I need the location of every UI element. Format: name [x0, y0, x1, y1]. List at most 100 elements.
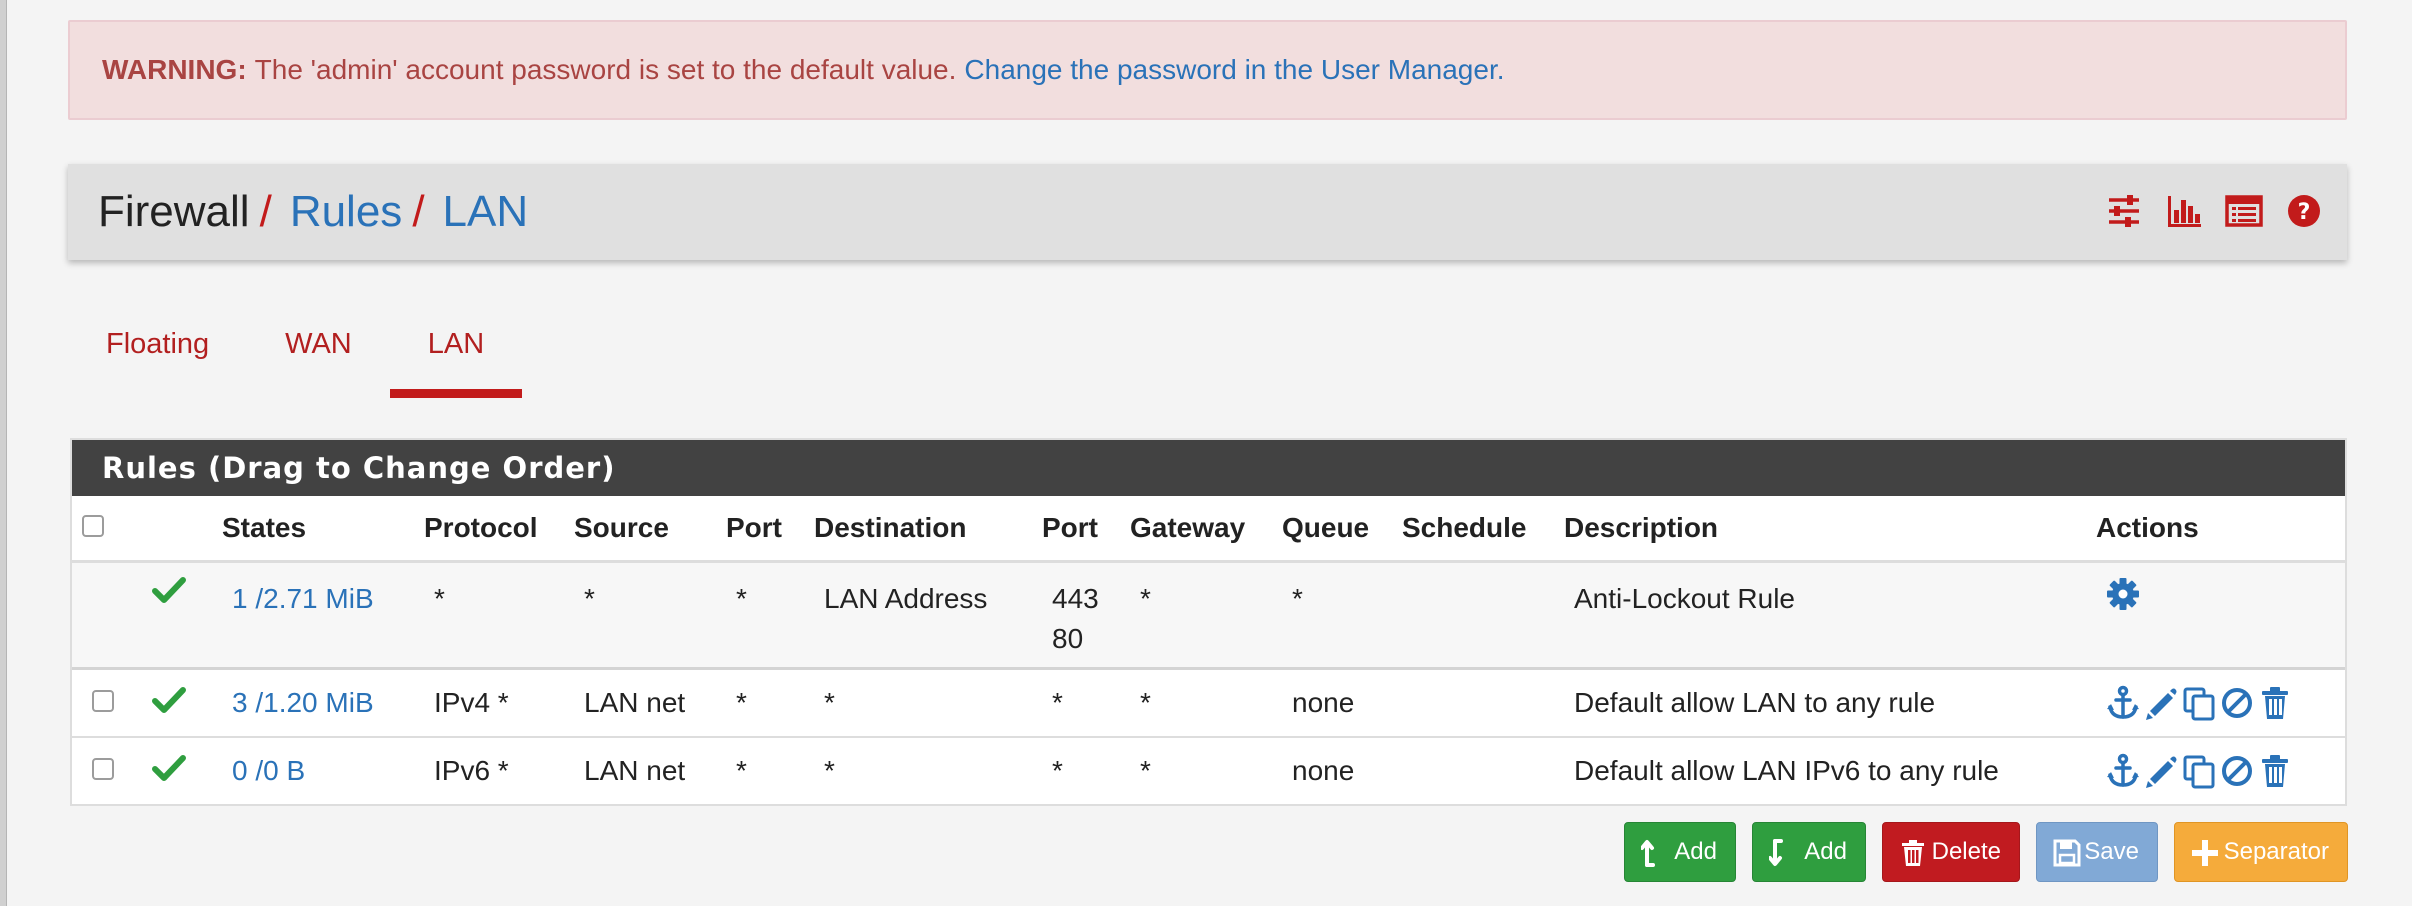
rules-panel: Rules (Drag to Change Order) States Prot…	[70, 438, 2347, 806]
breadcrumb-rules[interactable]: Rules	[290, 187, 403, 237]
schedule-cell	[1402, 737, 1564, 804]
copy-icon[interactable]	[2182, 685, 2216, 721]
arrow-up-icon	[1641, 840, 1655, 867]
queue-cell: none	[1282, 668, 1402, 738]
dest-port-value: 80	[1052, 623, 1084, 654]
warning-alert: WARNING: The 'admin' account password is…	[68, 20, 2347, 120]
rule-enabled-cell	[152, 668, 222, 738]
table-header-row: States Protocol Source Port Destination …	[72, 496, 2345, 563]
breadcrumb-firewall: Firewall	[98, 187, 250, 236]
ban-icon[interactable]	[2220, 685, 2254, 721]
description-cell: Default allow LAN IPv6 to any rule	[1574, 755, 1999, 786]
rule-enabled-cell	[152, 737, 222, 804]
save-button[interactable]: Save	[2036, 822, 2158, 882]
breadcrumb-lan[interactable]: LAN	[443, 187, 529, 237]
header-queue: Queue	[1282, 496, 1402, 563]
delete-button[interactable]: Delete	[1882, 822, 2020, 882]
check-icon	[152, 754, 186, 781]
bar-chart-icon[interactable]	[2165, 192, 2203, 230]
copy-icon[interactable]	[2182, 753, 2216, 789]
description-cell: Anti-Lockout Rule	[1564, 561, 2096, 670]
save-label: Save	[2084, 838, 2139, 865]
select-all-cell	[72, 496, 152, 563]
ban-icon[interactable]	[2220, 753, 2254, 789]
row-checkbox[interactable]	[92, 690, 114, 712]
source-cell: *	[574, 561, 726, 670]
table-row[interactable]: 1 /2.71 MiB * * * LAN Address 443 80 * *…	[72, 561, 2345, 670]
protocol-cell: *	[424, 561, 574, 670]
plus-icon	[2192, 840, 2218, 866]
header-protocol: Protocol	[424, 496, 574, 563]
row-select-cell	[72, 737, 152, 804]
list-icon[interactable]	[2225, 192, 2263, 230]
destination-cell: *	[814, 668, 1042, 738]
header-states: States	[222, 496, 424, 563]
dest-port-cell: *	[1042, 668, 1130, 738]
schedule-cell	[1402, 561, 1564, 670]
rule-enabled-cell	[152, 561, 222, 670]
row-checkbox[interactable]	[92, 758, 114, 780]
row-select-cell	[72, 668, 152, 738]
tab-floating[interactable]: Floating	[68, 300, 247, 398]
protocol-cell: IPv4 *	[424, 668, 574, 738]
header-source-port: Port	[726, 496, 814, 563]
select-all-checkbox[interactable]	[82, 515, 104, 537]
separator-label: Separator	[2223, 838, 2329, 865]
alert-message: The 'admin' account password is set to t…	[254, 54, 957, 85]
header-schedule: Schedule	[1402, 496, 1564, 563]
add-rule-top-button[interactable]: Add	[1624, 822, 1736, 882]
trash-icon[interactable]	[2258, 685, 2292, 721]
states-cell: 3 /1.20 MiB	[222, 668, 424, 738]
table-row[interactable]: 3 /1.20 MiB IPv4 * LAN net * * * * none …	[72, 668, 2345, 738]
header-destination: Destination	[814, 496, 1042, 563]
tab-wan[interactable]: WAN	[247, 300, 390, 398]
source-port-cell: *	[736, 755, 747, 786]
dest-port-value: 443	[1052, 583, 1099, 614]
protocol-cell: IPv6 *	[434, 755, 509, 786]
change-password-link[interactable]: Change the password in the User Manager.	[964, 54, 1504, 86]
source-port-cell: *	[726, 668, 814, 738]
breadcrumb: Firewall / Rules / LAN ?	[68, 164, 2347, 260]
add-separator-button[interactable]: Separator	[2174, 822, 2348, 882]
trash-icon[interactable]	[2258, 753, 2292, 789]
actions-cell	[2096, 561, 2345, 670]
dest-port-cell: 443 80	[1042, 561, 1130, 670]
panel-title: Rules (Drag to Change Order)	[72, 440, 2345, 496]
gear-icon[interactable]	[2106, 577, 2140, 611]
destination-cell: LAN Address	[814, 561, 1042, 670]
gateway-cell: *	[1130, 561, 1282, 670]
sliders-icon[interactable]	[2105, 192, 2143, 230]
rules-table: States Protocol Source Port Destination …	[72, 496, 2345, 804]
header-source: Source	[574, 496, 726, 563]
add-rule-bottom-button[interactable]: Add	[1752, 822, 1866, 882]
gateway-cell: *	[1130, 668, 1282, 738]
interface-tabs: Floating WAN LAN	[68, 300, 523, 398]
arrow-down-icon	[1769, 839, 1783, 866]
states-cell: 1 /2.71 MiB	[222, 561, 424, 670]
alert-label: WARNING:	[102, 54, 247, 85]
floppy-disk-icon	[2053, 839, 2081, 867]
pencil-icon[interactable]	[2144, 753, 2178, 789]
dest-port-cell: *	[1052, 755, 1063, 786]
breadcrumb-separator: /	[412, 187, 425, 236]
description-cell: Default allow LAN to any rule	[1564, 668, 2096, 738]
tab-lan[interactable]: LAN	[389, 300, 523, 398]
queue-cell: *	[1282, 561, 1402, 670]
actions-cell	[2096, 668, 2345, 738]
actions-cell	[2096, 737, 2345, 804]
pencil-icon[interactable]	[2144, 685, 2178, 721]
gateway-cell: *	[1140, 755, 1151, 786]
schedule-cell	[1402, 668, 1564, 738]
anchor-icon[interactable]	[2106, 753, 2140, 789]
check-icon	[152, 577, 186, 603]
anchor-icon[interactable]	[2106, 685, 2140, 721]
table-row[interactable]: 0 /0 B IPv6 * LAN net * * * * none Defau…	[72, 737, 2345, 804]
source-port-cell: *	[726, 561, 814, 670]
help-icon[interactable]: ?	[2285, 192, 2323, 230]
states-link[interactable]: 3 /1.20 MiB	[232, 687, 374, 718]
states-link[interactable]: 0 /0 B	[232, 755, 305, 786]
header-gateway: Gateway	[1130, 496, 1282, 563]
states-link[interactable]: 1 /2.71 MiB	[232, 583, 374, 614]
delete-label: Delete	[1931, 838, 2001, 865]
check-icon	[152, 686, 186, 713]
